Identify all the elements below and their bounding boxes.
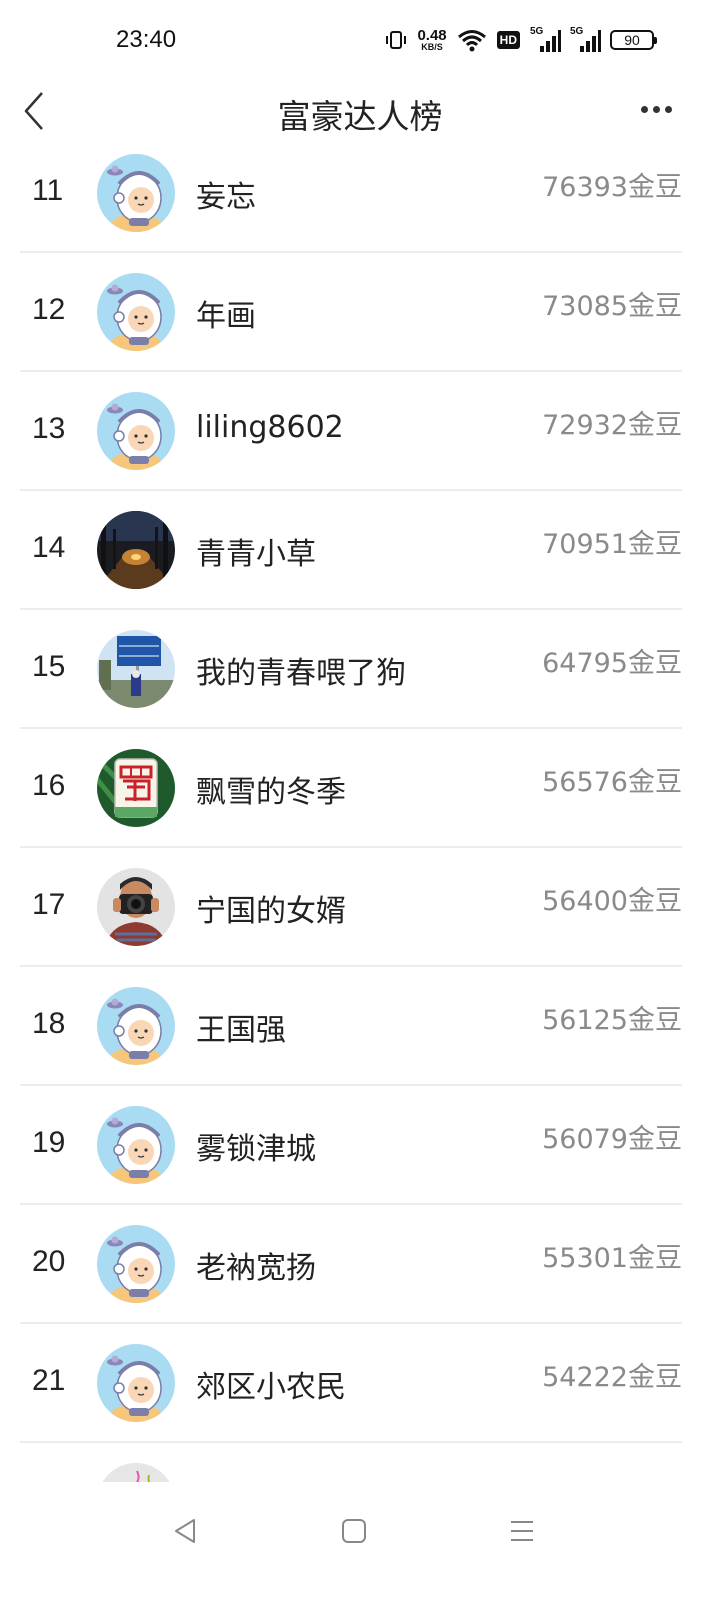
net-speed-unit: KB/S xyxy=(421,42,443,52)
menu-lines-icon[interactable] xyxy=(492,1506,552,1556)
gold-beans-amount: 72932金豆 xyxy=(542,410,682,441)
user-name: 妄忘 xyxy=(196,180,256,215)
rank-number: 13 xyxy=(32,412,66,445)
ranking-list[interactable]: 11 妄忘 76393金豆 12 年画 73085金豆 13 liling860… xyxy=(0,152,720,1482)
avatar[interactable] xyxy=(97,511,175,589)
gold-beans-amount: 70951金豆 xyxy=(542,529,682,560)
rank-number: 19 xyxy=(32,1126,66,1159)
rank-number: 15 xyxy=(32,650,66,683)
avatar[interactable] xyxy=(97,987,175,1065)
user-name: 宁国的女婿 xyxy=(196,894,346,929)
rank-number: 11 xyxy=(32,174,64,207)
ranking-row[interactable]: 12 年画 73085金豆 xyxy=(20,253,682,372)
net-speed-value: 0.48 xyxy=(417,27,447,44)
ranking-row[interactable]: 17 宁国的女婿 56400金豆 xyxy=(20,848,682,967)
ranking-row[interactable] xyxy=(20,1443,682,1482)
gold-beans-amount: 56400金豆 xyxy=(542,886,682,917)
avatar[interactable] xyxy=(97,630,175,708)
user-name: 年画 xyxy=(196,299,256,334)
gold-beans-amount: 56576金豆 xyxy=(542,767,682,798)
avatar[interactable] xyxy=(97,1344,175,1422)
rank-number: 17 xyxy=(32,888,66,921)
back-triangle-icon[interactable] xyxy=(156,1506,216,1556)
gold-beans-amount: 76393金豆 xyxy=(542,172,682,203)
page-title: 富豪达人榜 xyxy=(277,97,443,136)
user-name: 雾锁津城 xyxy=(196,1132,316,1167)
avatar[interactable] xyxy=(97,868,175,946)
gold-beans-amount: 56079金豆 xyxy=(542,1124,682,1155)
user-name: 我的青春喂了狗 xyxy=(196,656,406,691)
rank-number: 20 xyxy=(32,1245,66,1278)
user-name: liling8602 xyxy=(196,410,344,445)
signal1-label: 5G xyxy=(530,26,544,37)
signal2-label: 5G xyxy=(570,26,584,37)
ranking-row[interactable]: 15 我的青春喂了狗 64795金豆 xyxy=(20,610,682,729)
status-bar: 23:40 0.48 KB/S HD 5G 5G 90 xyxy=(0,0,720,80)
rank-number: 18 xyxy=(32,1007,66,1040)
wifi-icon xyxy=(457,28,487,52)
user-name: 青青小草 xyxy=(196,537,316,572)
vibrate-icon xyxy=(385,29,407,51)
gold-beans-amount: 54222金豆 xyxy=(542,1362,682,1393)
ranking-row[interactable]: 19 雾锁津城 56079金豆 xyxy=(20,1086,682,1205)
home-square-icon[interactable] xyxy=(324,1506,384,1556)
header: 富豪达人榜 xyxy=(0,80,720,150)
user-name: 飘雪的冬季 xyxy=(196,775,346,810)
avatar[interactable] xyxy=(97,392,175,470)
avatar[interactable] xyxy=(97,1225,175,1303)
avatar[interactable] xyxy=(97,273,175,351)
avatar[interactable] xyxy=(97,154,175,232)
ranking-row[interactable]: 13 liling8602 72932金豆 xyxy=(20,372,682,491)
more-button[interactable] xyxy=(636,94,676,124)
signal-icon: 5G xyxy=(570,26,601,52)
rank-number: 14 xyxy=(32,531,66,564)
ranking-row[interactable]: 11 妄忘 76393金豆 xyxy=(20,152,682,253)
avatar[interactable] xyxy=(97,1463,175,1482)
rank-number: 16 xyxy=(32,769,66,802)
ranking-row[interactable]: 14 青青小草 70951金豆 xyxy=(20,491,682,610)
battery-icon: 90 xyxy=(610,30,657,50)
status-time: 23:40 xyxy=(116,26,177,53)
avatar[interactable] xyxy=(97,749,175,827)
system-nav-bar xyxy=(0,1482,720,1608)
signal-icon: 5G xyxy=(530,26,561,52)
user-name: 老衲宽扬 xyxy=(196,1251,316,1286)
avatar[interactable] xyxy=(97,1106,175,1184)
net-speed: 0.48 KB/S xyxy=(417,28,446,52)
gold-beans-amount: 73085金豆 xyxy=(542,291,682,322)
user-name: 郊区小农民 xyxy=(196,1370,346,1405)
rank-number: 21 xyxy=(32,1364,66,1397)
more-icon xyxy=(640,105,648,113)
hd-icon: HD xyxy=(496,31,520,49)
user-name: 王国强 xyxy=(196,1013,286,1048)
ranking-row[interactable]: 16 飘雪的冬季 56576金豆 xyxy=(20,729,682,848)
status-icons: 0.48 KB/S HD 5G 5G 90 xyxy=(385,24,657,56)
ranking-row[interactable]: 18 王国强 56125金豆 xyxy=(20,967,682,1086)
ranking-row[interactable]: 20 老衲宽扬 55301金豆 xyxy=(20,1205,682,1324)
gold-beans-amount: 55301金豆 xyxy=(542,1243,682,1274)
ranking-row[interactable]: 21 郊区小农民 54222金豆 xyxy=(20,1324,682,1443)
gold-beans-amount: 64795金豆 xyxy=(542,648,682,679)
gold-beans-amount: 56125金豆 xyxy=(542,1005,682,1036)
battery-level: 90 xyxy=(624,32,640,48)
rank-number: 12 xyxy=(32,293,66,326)
